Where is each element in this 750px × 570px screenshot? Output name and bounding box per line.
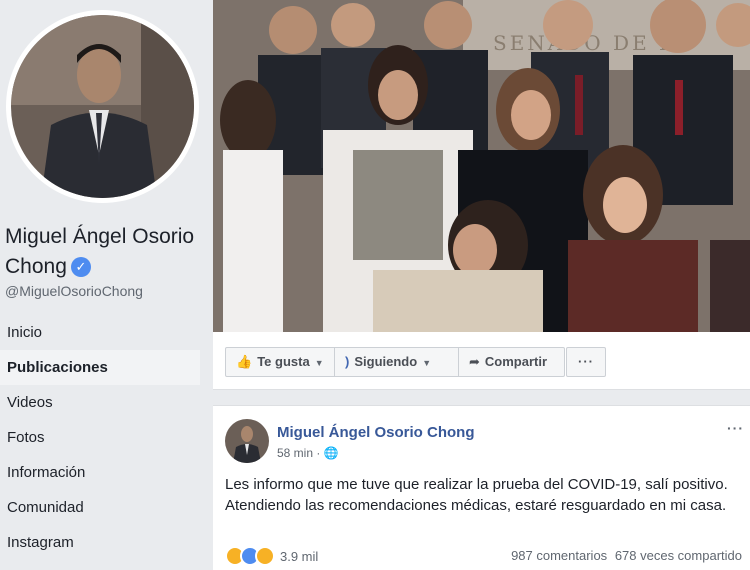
profile-picture[interactable] bbox=[11, 15, 194, 198]
share-arrow-icon: ➦ bbox=[469, 354, 480, 369]
cover-photo-image: SENADO DE LA bbox=[213, 0, 750, 332]
page-handle[interactable]: @MiguelOsorioChong bbox=[5, 283, 143, 299]
post-author-avatar[interactable] bbox=[225, 419, 269, 463]
like-button[interactable]: 👍 Te gusta ▼ bbox=[225, 347, 335, 377]
nav-item-comunidad[interactable]: Comunidad bbox=[0, 490, 200, 525]
reactions-summary[interactable]: 3.9 mil bbox=[225, 545, 318, 567]
post-stats: 987 comentarios 678 veces compartido bbox=[507, 548, 742, 563]
follow-button[interactable]: ) Siguiendo ▼ bbox=[335, 347, 459, 377]
post-options-button[interactable]: ··· bbox=[727, 420, 744, 436]
post-text: Les informo que me tuve que realizar la … bbox=[225, 476, 728, 514]
nav-item-fotos[interactable]: Fotos bbox=[0, 420, 200, 455]
rss-icon: ) bbox=[345, 354, 350, 369]
post-card: Miguel Ángel Osorio Chong 58 min · 🌐 ···… bbox=[213, 405, 750, 570]
nav-item-videos[interactable]: Videos bbox=[0, 385, 200, 420]
nav-item-inicio[interactable]: Inicio bbox=[0, 315, 200, 350]
more-options-button[interactable]: ··· bbox=[566, 347, 606, 377]
like-label: Te gusta bbox=[257, 354, 310, 369]
page-action-bar: 👍 Te gusta ▼ ) Siguiendo ▼ ➦ Compartir ··· bbox=[213, 332, 750, 390]
page-name-text[interactable]: Miguel Ángel Osorio Chong bbox=[5, 225, 194, 278]
comments-count[interactable]: 987 comentarios bbox=[511, 548, 607, 563]
chevron-down-icon: ▼ bbox=[314, 358, 324, 368]
page-title[interactable]: Miguel Ángel Osorio Chong ✓ bbox=[5, 222, 210, 282]
thumbs-up-icon: 👍 bbox=[236, 354, 253, 369]
sad-icon bbox=[255, 546, 275, 566]
reactions-count: 3.9 mil bbox=[280, 548, 319, 564]
globe-icon: 🌐 bbox=[323, 446, 339, 460]
share-button[interactable]: ➦ Compartir bbox=[459, 347, 565, 377]
profile-picture-frame[interactable] bbox=[6, 10, 199, 203]
shares-count[interactable]: 678 veces compartido bbox=[615, 548, 742, 563]
left-column: Miguel Ángel Osorio Chong ✓ @MiguelOsorio… bbox=[0, 0, 212, 570]
post-time[interactable]: 58 min bbox=[277, 446, 313, 460]
chevron-down-icon: ▼ bbox=[422, 358, 432, 368]
nav-item-informacion[interactable]: Información bbox=[0, 455, 200, 490]
share-label: Compartir bbox=[484, 354, 548, 369]
cover-photo[interactable]: SENADO DE LA bbox=[213, 0, 750, 332]
page-nav: Inicio Publicaciones Videos Fotos Inform… bbox=[0, 315, 200, 560]
nav-item-instagram[interactable]: Instagram bbox=[0, 525, 200, 560]
post-author-name[interactable]: Miguel Ángel Osorio Chong bbox=[277, 424, 475, 441]
follow-label: Siguiendo bbox=[354, 354, 418, 369]
nav-item-publicaciones[interactable]: Publicaciones bbox=[0, 350, 200, 385]
verified-badge-icon: ✓ bbox=[70, 257, 91, 277]
post-meta: 58 min · 🌐 bbox=[277, 446, 339, 460]
